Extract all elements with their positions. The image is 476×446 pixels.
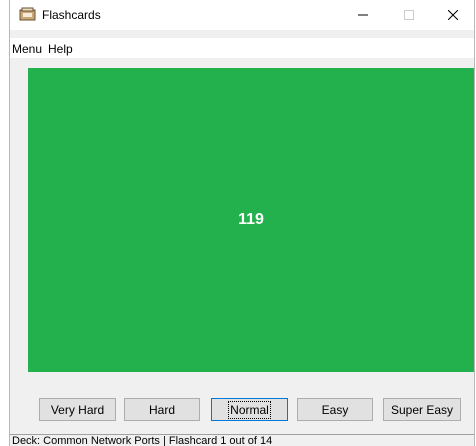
menu-bar: Menu Help	[10, 38, 474, 58]
minimize-button[interactable]	[340, 0, 386, 30]
flashcards-app-icon	[19, 7, 36, 21]
super-easy-label: Super Easy	[390, 402, 454, 417]
close-button[interactable]	[430, 0, 474, 30]
window-title: Flashcards	[42, 8, 101, 22]
status-text: Deck: Common Network Ports | Flashcard 1…	[12, 435, 273, 446]
normal-button[interactable]: Normal	[211, 398, 288, 421]
very-hard-button[interactable]: Very Hard	[39, 398, 116, 421]
title-bar[interactable]: Flashcards	[10, 0, 474, 30]
maximize-button[interactable]	[386, 0, 432, 30]
menu-item-help[interactable]: Help	[48, 42, 73, 56]
easy-button[interactable]: Easy	[297, 398, 373, 421]
hard-label: Hard	[148, 402, 175, 417]
status-bar: Deck: Common Network Ports | Flashcard 1…	[10, 434, 474, 446]
very-hard-label: Very Hard	[50, 402, 105, 417]
hard-button[interactable]: Hard	[124, 398, 200, 421]
normal-label: Normal	[228, 400, 271, 419]
app-window: Flashcards Menu Help 119 Very Hard Hard …	[9, 0, 475, 446]
minimize-icon	[358, 14, 368, 16]
super-easy-button[interactable]: Super Easy	[383, 398, 461, 421]
easy-label: Easy	[321, 402, 349, 417]
maximize-icon	[404, 10, 414, 20]
close-icon	[448, 10, 458, 20]
flashcard[interactable]: 119	[28, 68, 474, 372]
flashcard-text: 119	[238, 211, 264, 228]
menu-item-menu[interactable]: Menu	[12, 42, 42, 56]
